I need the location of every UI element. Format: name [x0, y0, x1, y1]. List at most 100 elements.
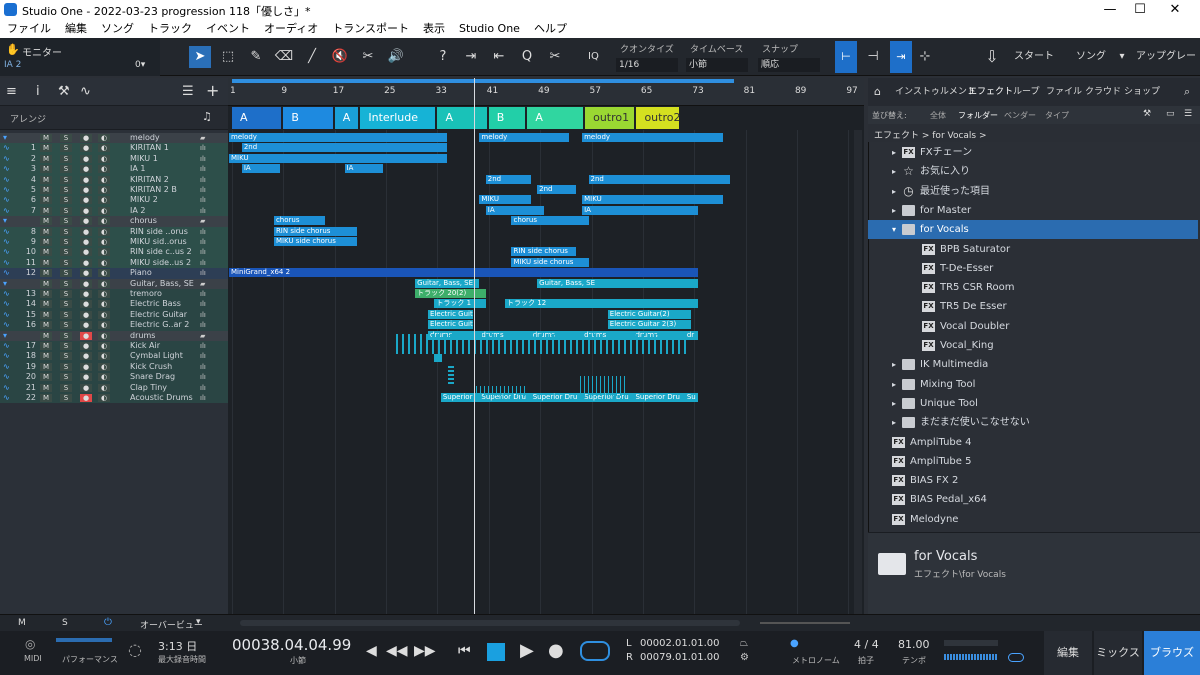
event-clip[interactable]: chorus [273, 216, 326, 226]
event-clip[interactable]: トラック 20(2) [415, 289, 486, 298]
solo-button[interactable]: S [60, 258, 72, 267]
solo-button[interactable]: S [60, 144, 72, 153]
record-arm-button[interactable]: ● [80, 196, 92, 205]
browser-item[interactable]: ▸ まだまだ使いこなせない [868, 413, 1198, 432]
event-clip[interactable]: melody [582, 133, 724, 142]
track-type-icon[interactable]: ∿ [3, 164, 10, 174]
solo-button[interactable]: S [60, 206, 72, 215]
event-clip[interactable]: RIN side chorus [511, 247, 576, 257]
track-row[interactable]: ∿ 12 M S ● ◐ Piano ılı [0, 268, 228, 279]
sort-option[interactable]: 全体 [930, 110, 946, 121]
menu-item[interactable]: 編集 [58, 20, 94, 38]
arrow-tool-icon[interactable]: ➤ [189, 46, 211, 68]
edit-button[interactable]: 編集 [1044, 631, 1092, 675]
expand-arrow-icon[interactable]: ▸ [892, 413, 896, 432]
event-clip[interactable]: MiniGrand_x64 2 [229, 268, 698, 278]
track-row[interactable]: ∿ 1 M S ● ◐ KIRITAN 1 ılı [0, 143, 228, 154]
record-arm-button[interactable]: ● [80, 352, 92, 361]
monitor-button[interactable]: ◐ [98, 383, 110, 392]
mute-button[interactable]: M [40, 394, 52, 402]
browser-item[interactable]: FX BIAS FX 2 [868, 471, 1198, 490]
track-row[interactable]: ∿ 18 M S ● ◐ Cymbal Light ılı [0, 351, 228, 362]
event-clip[interactable]: 2nd [537, 185, 576, 194]
event-clip[interactable]: トラック 12 [505, 299, 698, 309]
right-locator-value[interactable]: 00079.01.01.00 [640, 652, 720, 663]
event-clip[interactable]: 2nd [588, 174, 730, 184]
record-arm-button[interactable]: ● [80, 331, 92, 340]
monitor-button[interactable]: ◐ [98, 134, 110, 142]
timebase-select[interactable]: 小節 [686, 58, 748, 72]
track-type-icon[interactable]: ∿ [3, 320, 10, 330]
solo-button[interactable]: S [60, 331, 72, 340]
timestretch-icon[interactable]: ⇥ [460, 46, 482, 68]
browser-item[interactable]: FX AmpliTube 4 [868, 433, 1198, 452]
monitor-button[interactable]: ◐ [98, 331, 110, 340]
sort-option[interactable]: フォルダー [958, 110, 998, 121]
browser-tab[interactable]: クラウド [1085, 84, 1121, 97]
mute-button[interactable]: M [40, 331, 52, 340]
monitor-button[interactable]: ◐ [98, 310, 110, 319]
record-arm-button[interactable]: ● [80, 300, 92, 309]
track-row[interactable]: ▾ M S ● ◐ melody ▰ [0, 133, 228, 144]
mute-button[interactable]: M [40, 238, 52, 246]
event-clip[interactable]: Superior Dru [633, 393, 685, 402]
expand-arrow-icon[interactable]: ▸ [892, 394, 896, 413]
upgrade-button[interactable]: アップグレード [1132, 38, 1200, 100]
solo-button[interactable]: S [60, 217, 72, 226]
precount-icon[interactable]: ⏢ [740, 638, 748, 649]
record-arm-button[interactable]: ● [80, 186, 92, 194]
mute-button[interactable]: M [40, 352, 52, 361]
track-type-icon[interactable]: ∿ [3, 383, 10, 393]
snap-cursor-icon[interactable]: ⊣ [862, 46, 884, 68]
menu-item[interactable]: ソング [94, 20, 141, 38]
track-row[interactable]: ∿ 4 M S ● ◐ KIRITAN 2 ılı [0, 174, 228, 185]
arranger-section[interactable]: A [232, 107, 282, 129]
monitor-panel[interactable]: ✋ モニター IA 2 0▾ [0, 38, 160, 76]
snap-frame-icon[interactable]: ⊹ [914, 46, 936, 68]
automation-icon[interactable]: ∿ [80, 84, 91, 99]
home-icon[interactable]: ⌂ [874, 85, 881, 98]
track-type-icon[interactable]: ∿ [3, 175, 10, 185]
tempo-value[interactable]: 81.00 [898, 638, 930, 651]
eraser-tool-icon[interactable]: ⌫ [273, 46, 295, 68]
forward-icon[interactable]: ▶▶ [414, 643, 436, 659]
event-clip[interactable]: Su [684, 393, 698, 402]
arranger-section[interactable]: A [437, 107, 487, 129]
track-type-icon[interactable]: ∿ [3, 206, 10, 216]
paint-tool-icon[interactable]: ✎ [245, 46, 267, 68]
layout-icon[interactable]: ▭ [1166, 109, 1175, 119]
browser-item[interactable]: ▸ IK Multimedia [868, 355, 1198, 374]
browser-tab[interactable]: エフェクト [968, 84, 1013, 97]
record-arm-button[interactable]: ● [80, 373, 92, 382]
track-type-icon[interactable]: ∿ [3, 362, 10, 372]
event-clip[interactable]: Superior Dru [530, 393, 583, 402]
browser-item[interactable]: FX TR5 De Esser [868, 297, 1198, 316]
solo-button[interactable]: S [60, 269, 72, 278]
mute-tool-icon[interactable]: 🔇 [329, 46, 351, 68]
track-type-icon[interactable]: ∿ [3, 268, 10, 278]
range-tool-icon[interactable]: ⬚ [217, 46, 239, 68]
browser-item[interactable]: ▸ ☆ お気に入り [868, 162, 1198, 181]
settings-icon[interactable]: ⚙ [740, 652, 749, 663]
metronome-on-icon[interactable]: ● [790, 638, 799, 649]
solo-button[interactable]: S [60, 290, 72, 298]
mute-button[interactable]: M [40, 258, 52, 267]
mute-button[interactable]: M [40, 342, 52, 350]
monitor-button[interactable]: ◐ [98, 321, 110, 330]
record-arm-button[interactable]: ● [80, 321, 92, 330]
time-signature[interactable]: 4 / 4 [854, 638, 879, 651]
loop-range[interactable] [232, 79, 734, 83]
breadcrumb-path[interactable]: エフェクト > for Vocals > [874, 128, 987, 141]
solo-button[interactable]: S [60, 248, 72, 257]
monitor-button[interactable]: ◐ [98, 279, 110, 288]
track-row[interactable]: ∿ 8 M S ● ◐ RIN side ..orus ılı [0, 226, 228, 237]
monitor-button[interactable]: ◐ [98, 300, 110, 309]
solo-button[interactable]: S [60, 196, 72, 205]
monitor-button[interactable]: ◐ [98, 290, 110, 298]
record-arm-button[interactable]: ● [80, 227, 92, 236]
zoom-icon[interactable]: Q [516, 46, 538, 68]
close-icon[interactable]: ✕ [1160, 2, 1190, 17]
event-clip[interactable]: MIKU [582, 195, 724, 205]
solo-button[interactable]: S [60, 383, 72, 392]
track-type-icon[interactable]: ∿ [3, 227, 10, 237]
